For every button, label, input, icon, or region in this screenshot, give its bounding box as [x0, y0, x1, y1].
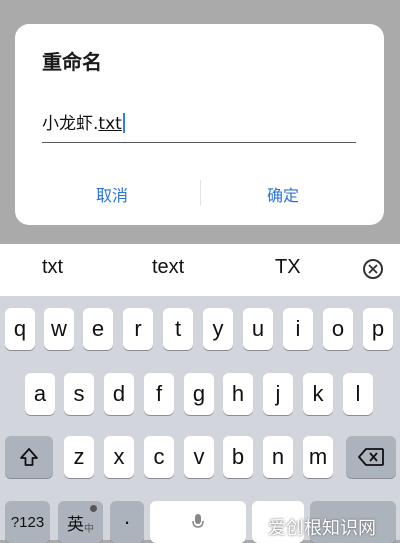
filename-base: 小龙虾.	[42, 114, 99, 134]
filename-extension: txt	[98, 114, 122, 134]
key-x[interactable]: x	[104, 436, 134, 478]
language-switch-key[interactable]: 英中	[58, 501, 103, 543]
key-h[interactable]: h	[223, 373, 253, 415]
filename-input[interactable]: 小龙虾.txt	[42, 112, 356, 143]
button-divider	[200, 180, 201, 206]
key-f[interactable]: f	[144, 373, 174, 415]
key-e[interactable]: e	[83, 308, 113, 350]
key-w[interactable]: w	[44, 308, 74, 350]
suggestion-item[interactable]: TX	[275, 256, 301, 279]
key-m[interactable]: m	[303, 436, 333, 478]
dialog-title: 重命名	[42, 50, 102, 74]
microphone-icon	[192, 514, 204, 528]
key-o[interactable]: o	[323, 308, 353, 350]
key-k[interactable]: k	[303, 373, 333, 415]
backspace-key[interactable]	[346, 436, 396, 478]
key-a[interactable]: a	[25, 373, 55, 415]
language-sub-label: 中	[84, 523, 94, 535]
text-cursor	[122, 113, 125, 133]
backspace-icon	[358, 448, 384, 466]
key-j[interactable]: j	[263, 373, 293, 415]
key-q[interactable]: q	[5, 308, 35, 350]
dot-key[interactable]: ·	[110, 501, 144, 543]
key-v[interactable]: v	[184, 436, 214, 478]
confirm-button[interactable]: 确定	[267, 182, 299, 206]
rename-dialog: 重命名 小龙虾.txt 取消 确定	[15, 24, 384, 225]
key-s[interactable]: s	[64, 373, 94, 415]
key-d[interactable]: d	[104, 373, 134, 415]
key-c[interactable]: c	[144, 436, 174, 478]
key-b[interactable]: b	[223, 436, 253, 478]
key-i[interactable]: i	[283, 308, 313, 350]
key-u[interactable]: u	[243, 308, 273, 350]
numbers-key[interactable]: ?123	[5, 501, 50, 543]
close-suggestions-icon[interactable]	[363, 259, 383, 279]
key-r[interactable]: r	[123, 308, 153, 350]
language-label: 英	[67, 514, 84, 534]
watermark: 爱创根知识网	[268, 518, 376, 539]
indicator-dot	[90, 505, 97, 512]
shift-key[interactable]	[5, 436, 53, 478]
key-y[interactable]: y	[203, 308, 233, 350]
key-l[interactable]: l	[343, 373, 373, 415]
key-p[interactable]: p	[363, 308, 393, 350]
key-n[interactable]: n	[263, 436, 293, 478]
key-g[interactable]: g	[184, 373, 214, 415]
suggestion-bar: txt text TX	[0, 244, 400, 296]
suggestion-item[interactable]: txt	[42, 256, 63, 279]
cancel-button[interactable]: 取消	[96, 182, 128, 206]
shift-arrow-icon	[20, 448, 38, 466]
key-z[interactable]: z	[64, 436, 94, 478]
suggestion-item[interactable]: text	[152, 256, 184, 279]
space-key[interactable]	[150, 501, 246, 543]
keyboard: q w e r t y u i o p a s d f g h j k l z …	[0, 296, 400, 543]
key-t[interactable]: t	[163, 308, 193, 350]
